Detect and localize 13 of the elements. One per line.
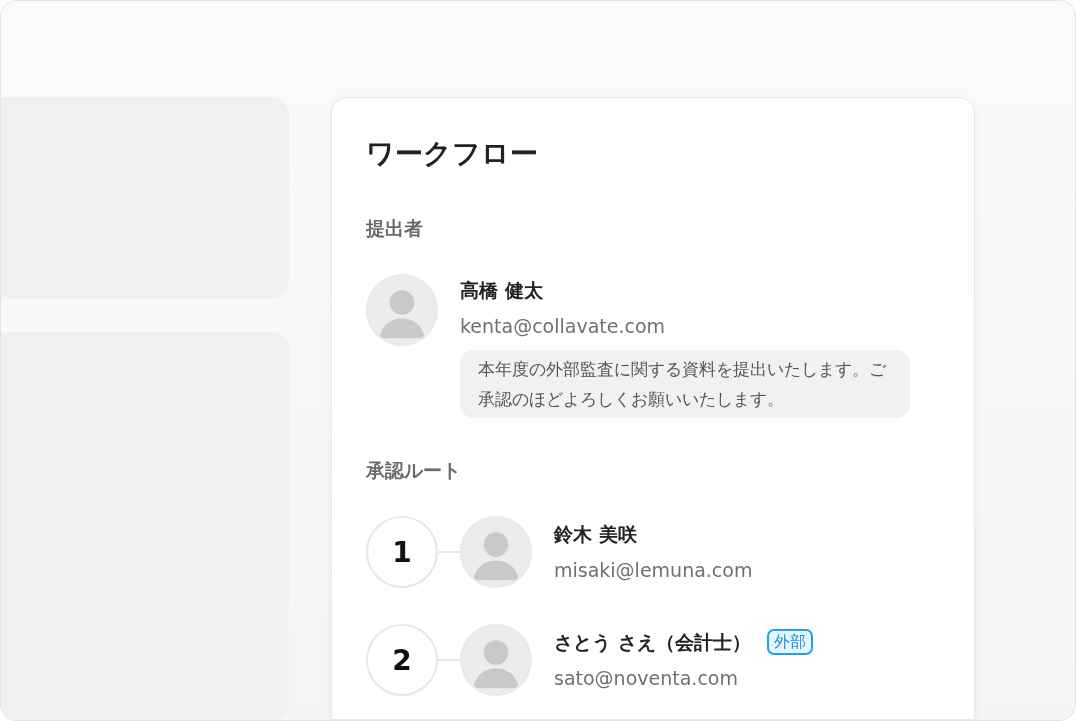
- step-number: 2: [366, 624, 438, 696]
- person-email: kenta@collavate.com: [460, 314, 666, 339]
- section-label: 提出者: [366, 216, 423, 240]
- person-email: misaki@lemuna.com: [554, 558, 753, 583]
- person-name: 鈴木 美咲: [554, 522, 637, 547]
- card-title: ワークフロー: [366, 136, 539, 172]
- message-bubble: 本年度の外部監査に関する資料を提出いたします。ご承認のほどよろしくお願いいたします。: [460, 350, 910, 418]
- person-name: 高橋 健太: [460, 278, 543, 303]
- step-number: 1: [366, 516, 438, 588]
- person-email: sato@noventa.com: [554, 666, 738, 691]
- person-name: さとう さえ（会計士）: [554, 630, 751, 655]
- tag-label: 外部: [766, 629, 813, 655]
- section-label: 承認ルート: [366, 458, 461, 482]
